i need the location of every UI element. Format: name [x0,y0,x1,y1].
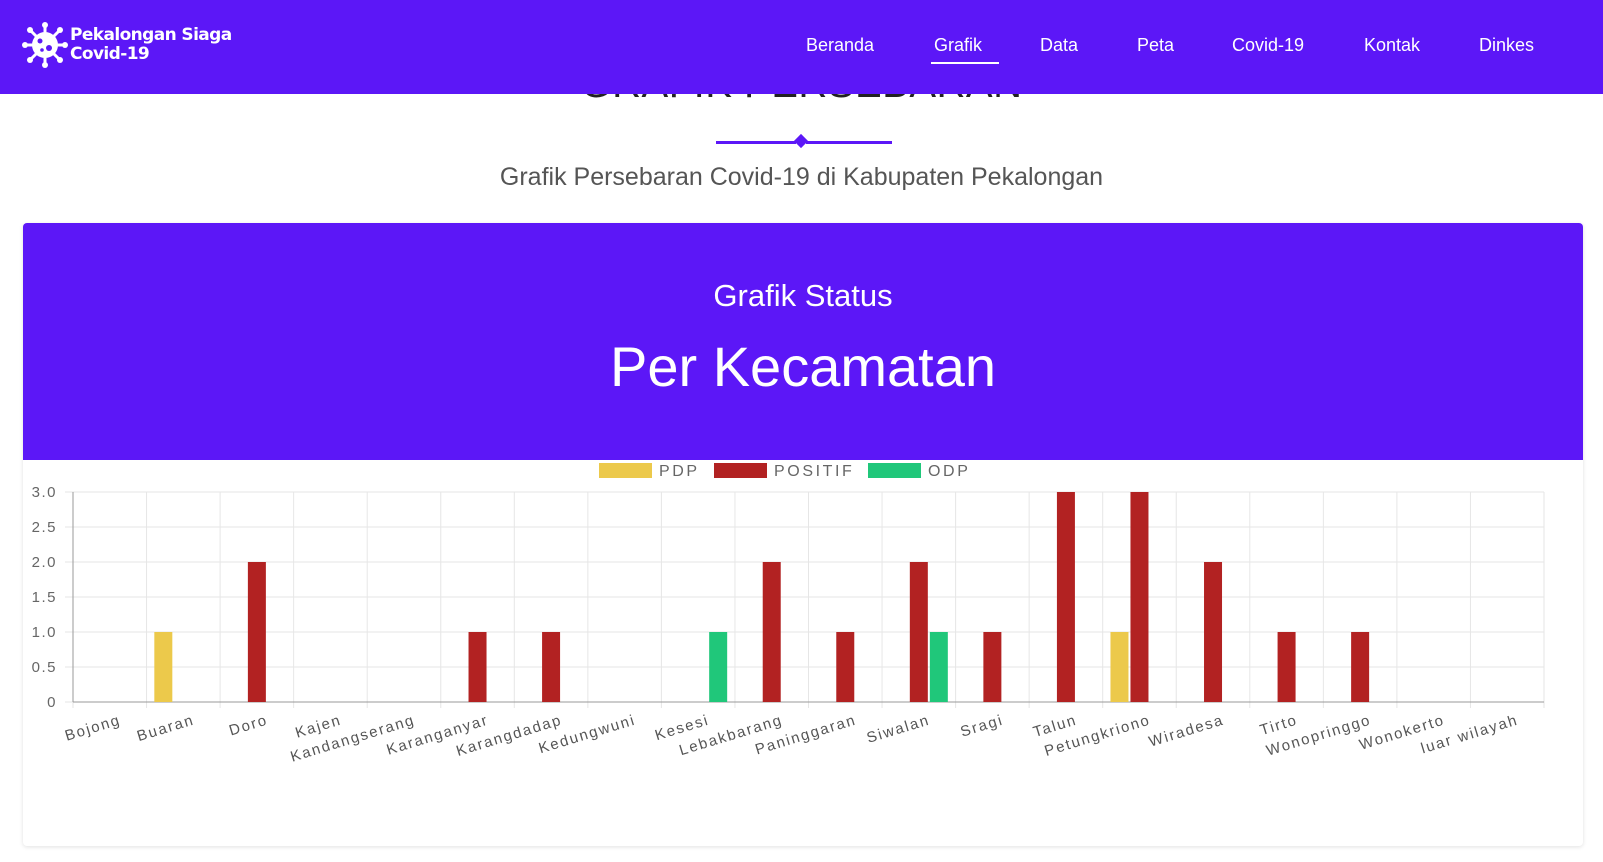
legend-swatch-odp [868,463,921,478]
legend-label-odp: ODP [928,463,970,480]
nav-kontak[interactable]: Kontak [1364,33,1420,57]
y-tick-label: 0 [47,694,57,711]
navbar: Pekalongan Siaga Covid-19 Beranda Grafik… [0,0,1603,94]
bar-positif [542,632,561,702]
bar-positif [1056,492,1075,702]
bar-odp [929,632,948,702]
nav-beranda[interactable]: Beranda [806,33,874,57]
section-subtitle: Grafik Persebaran Covid-19 di Kabupaten … [499,163,1104,191]
y-tick-label: 2.0 [32,554,57,571]
divider-diamond-icon [793,133,809,149]
x-tick-label: Doro [227,712,270,740]
bar-positif [247,562,266,702]
x-tick-label: Sragi [958,712,1005,741]
legend-swatch-positif [714,463,767,478]
bar-positif [1351,632,1370,702]
y-tick-label: 3.0 [32,484,57,501]
bar-positif [909,562,928,702]
x-tick-label: Bojong [63,712,123,745]
bar-pdp [154,632,173,702]
x-tick-label: Buaran [135,712,197,746]
bar-positif [983,632,1002,702]
bar-pdp [1110,632,1129,702]
legend-label-pdp: PDP [659,463,700,480]
x-tick-label: Siwalan [865,712,932,747]
bar-positif [836,632,855,702]
bar-positif [1130,492,1149,702]
nav-data[interactable]: Data [1040,33,1078,57]
bar-odp [709,632,728,702]
y-tick-label: 1.0 [32,624,57,641]
x-tick-label: Wiradesa [1147,712,1226,751]
nav-dinkes[interactable]: Dinkes [1479,33,1534,57]
title-divider-right [806,141,892,144]
nav-menu: Beranda Grafik Data Peta Covid-19 Kontak… [0,0,1603,94]
y-tick-label: 1.5 [32,589,57,606]
title-divider-left [716,141,796,144]
y-tick-label: 0.5 [32,659,57,676]
chart-card: Grafik Status Per Kecamatan 0 0.5 1.0 1.5 2.… [23,223,1583,846]
status-bar-chart: 00.51.01.52.02.53.0Bojong Buaran Doro Kajen… [32,463,1545,766]
legend-swatch-pdp [599,463,652,478]
nav-grafik[interactable]: Grafik [934,33,982,57]
bar-positif [468,632,487,702]
bar-positif [1204,562,1223,702]
y-tick-label: 2.5 [32,519,57,536]
bar-positif [762,562,781,702]
nav-peta[interactable]: Peta [1137,33,1174,57]
active-tab-underline [931,62,999,64]
bar-positif [1277,632,1296,702]
nav-covid19[interactable]: Covid-19 [1232,33,1304,57]
legend-label-positif: POSITIF [774,463,854,480]
